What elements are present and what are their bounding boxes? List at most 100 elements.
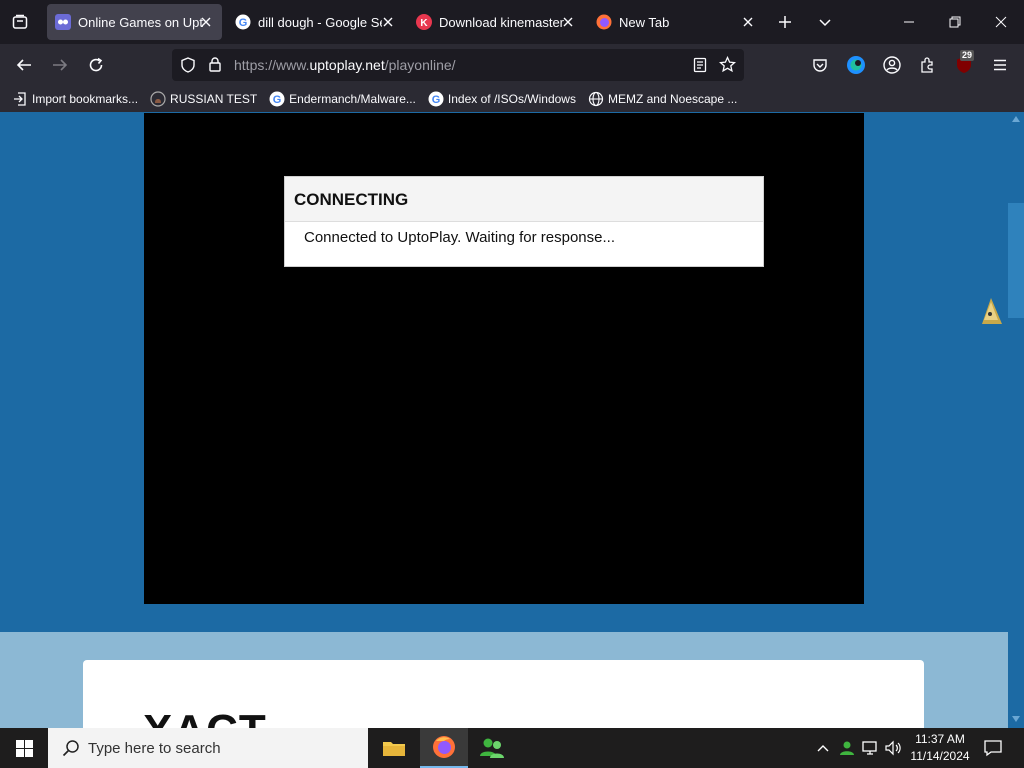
bookmark-endermanch[interactable]: G Endermanch/Malware... [269, 91, 416, 107]
puzzle-icon [921, 57, 933, 73]
bookmark-label: MEMZ and Noescape ... [607, 92, 738, 106]
firefox-icon [433, 736, 455, 758]
folder-icon [383, 742, 405, 756]
tab-list-icon [12, 14, 28, 29]
bookmark-label: Endermanch/Malware... [289, 92, 416, 106]
start-button[interactable] [0, 728, 48, 768]
tab-kinemaster[interactable]: K Download kinemaster [408, 4, 584, 40]
lock-icon[interactable] [207, 56, 223, 77]
close-tab-icon[interactable] [560, 14, 576, 30]
bookmark-label: RUSSIAN TEST [170, 92, 258, 106]
firefox-icon [596, 14, 612, 30]
ublock-button[interactable]: 29 [951, 50, 977, 78]
user-tray-icon [840, 741, 854, 755]
restore-button[interactable] [932, 0, 978, 44]
chevron-up-icon [817, 745, 829, 752]
firefox-taskbar-button[interactable] [420, 728, 468, 768]
lower-section: XACT [0, 632, 1008, 728]
forward-arrow-icon [53, 59, 68, 71]
search-placeholder: Type here to search [88, 739, 221, 757]
volume-button[interactable] [884, 728, 904, 768]
scroll-thumb[interactable] [1008, 203, 1024, 318]
notifications-button[interactable] [978, 728, 1008, 768]
pocket-button[interactable] [807, 52, 833, 78]
taskbar-clock[interactable]: 11:37 AM 11/14/2024 [906, 731, 974, 765]
hamburger-menu-icon [994, 59, 1006, 71]
game-frame[interactable]: CONNECTING Connected to UptoPlay. Waitin… [144, 113, 864, 604]
reload-icon [89, 57, 103, 72]
clock-date: 11/14/2024 [910, 749, 970, 763]
bookmark-russian-test[interactable]: RUSSIAN TEST [150, 91, 257, 107]
tab-new-tab[interactable]: New Tab [588, 4, 764, 40]
restore-icon [949, 16, 961, 28]
bookmark-import[interactable]: Import bookmarks... [12, 91, 138, 107]
address-bar[interactable]: https://www.uptoplay.net/playonline/ [172, 49, 744, 81]
import-icon [12, 91, 28, 107]
tab-title: Online Games on Uptoplay [78, 14, 203, 30]
firefox-view-button[interactable] [0, 0, 40, 44]
search-icon [62, 740, 79, 757]
svg-text:G: G [273, 94, 282, 106]
back-button[interactable] [11, 52, 37, 78]
minimize-button[interactable] [886, 0, 932, 44]
file-explorer-button[interactable] [370, 728, 418, 768]
shield-icon[interactable] [180, 57, 196, 78]
bookmark-label: Index of /ISOs/Windows [447, 92, 576, 106]
scroll-up-icon [1012, 116, 1020, 122]
pocket-icon [813, 59, 827, 72]
minimize-icon [904, 21, 914, 23]
scroll-down-icon [1012, 716, 1020, 722]
network-button[interactable] [860, 728, 882, 768]
tray-people-icon[interactable] [836, 728, 858, 768]
close-tab-icon[interactable] [740, 14, 756, 30]
mascot-icon [978, 296, 1004, 331]
globe-icon [588, 91, 604, 107]
close-window-button[interactable] [978, 0, 1024, 44]
kinemaster-icon: K [416, 14, 432, 30]
tab-online-games[interactable]: Online Games on Uptoplay [47, 4, 222, 40]
google-icon: G [235, 14, 251, 30]
network-icon [862, 741, 877, 755]
tab-bar: Online Games on Uptoplay G dill dough - … [0, 0, 1024, 44]
close-icon [995, 16, 1007, 28]
extension-button-1[interactable] [843, 52, 869, 78]
reload-button[interactable] [83, 52, 109, 78]
account-icon [883, 56, 901, 74]
show-hidden-icons-button[interactable] [813, 728, 833, 768]
svg-text:G: G [432, 94, 441, 106]
url-prefix: https://www. [234, 57, 310, 73]
extensions-button[interactable] [915, 52, 941, 78]
google-icon: G [269, 91, 285, 107]
clock-time: 11:37 AM [915, 732, 965, 746]
bookmark-isos-windows[interactable]: G Index of /ISOs/Windows [428, 91, 576, 107]
url-text[interactable]: https://www.uptoplay.net/playonline/ [234, 57, 456, 73]
chevron-down-icon [819, 19, 831, 27]
close-tab-icon[interactable] [380, 14, 396, 30]
google-icon: G [428, 91, 444, 107]
forward-button[interactable] [47, 52, 73, 78]
windows-taskbar: Type here to search 11:37 AM 11/14/2024 [0, 728, 1024, 768]
reader-view-icon[interactable] [692, 57, 708, 78]
github-icon [150, 91, 166, 107]
tab-title: New Tab [619, 14, 670, 30]
speaker-icon [885, 740, 901, 756]
plus-icon [779, 16, 791, 28]
users-app-button[interactable] [468, 728, 516, 768]
tab-google-search[interactable]: G dill dough - Google Search [227, 4, 404, 40]
people-icon [480, 738, 504, 758]
dialog-title: CONNECTING [285, 177, 763, 222]
bookmark-star-icon[interactable] [718, 55, 737, 78]
back-arrow-icon [16, 59, 31, 71]
bookmark-memz[interactable]: MEMZ and Noescape ... [588, 91, 737, 107]
close-tab-icon[interactable] [198, 14, 214, 30]
content-card: XACT [83, 660, 924, 728]
bookmarks-toolbar: Import bookmarks... RUSSIAN TEST G Ender… [0, 86, 1024, 112]
menu-button[interactable] [987, 52, 1013, 78]
account-button[interactable] [879, 52, 905, 78]
card-title: XACT [143, 706, 267, 728]
tab-title: dill dough - Google Search [258, 14, 382, 30]
svg-text:K: K [420, 18, 428, 29]
dialog-message: Connected to UptoPlay. Waiting for respo… [304, 229, 615, 246]
list-all-tabs-button[interactable] [802, 0, 848, 44]
taskbar-search-box[interactable]: Type here to search [48, 728, 368, 768]
